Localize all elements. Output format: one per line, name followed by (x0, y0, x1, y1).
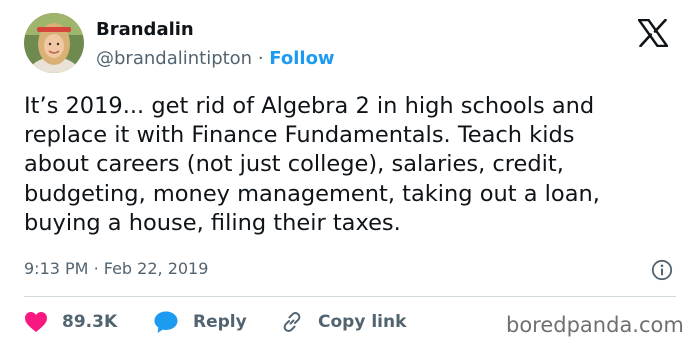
tweet-time: 9:13 PM (24, 259, 89, 278)
heart-icon (25, 312, 47, 332)
author-handle[interactable]: @brandalintipton (96, 48, 252, 69)
avatar-image (24, 13, 84, 73)
follow-button[interactable]: Follow (269, 48, 334, 69)
link-icon (283, 312, 301, 332)
tweet-card: Brandalin @brandalintipton · Follow It’s… (0, 0, 700, 348)
tweet-timestamp[interactable]: 9:13 PM · Feb 22, 2019 (24, 259, 208, 279)
timestamp-separator: · (93, 259, 99, 278)
author-name[interactable]: Brandalin (96, 19, 194, 41)
like-count: 89.3K (62, 312, 118, 332)
copy-link-label: Copy link (318, 312, 407, 332)
avatar[interactable] (24, 13, 84, 73)
watermark: boredpanda.com (506, 313, 684, 337)
tweet-date: Feb 22, 2019 (103, 259, 209, 278)
like-button[interactable]: 89.3K (24, 308, 117, 336)
x-logo-icon[interactable] (638, 19, 668, 47)
tweet-text: It’s 2019... get rid of Algebra 2 in hig… (24, 93, 600, 236)
info-icon[interactable] (651, 259, 673, 281)
reply-label: Reply (193, 312, 247, 332)
divider (24, 296, 676, 297)
handle-separator: · (257, 48, 264, 69)
author-handle-row: @brandalintipton · Follow (96, 48, 335, 70)
reply-bubble-icon (154, 311, 178, 333)
reply-button[interactable]: Reply (153, 308, 247, 336)
copy-link-button[interactable]: Copy link (280, 308, 406, 336)
